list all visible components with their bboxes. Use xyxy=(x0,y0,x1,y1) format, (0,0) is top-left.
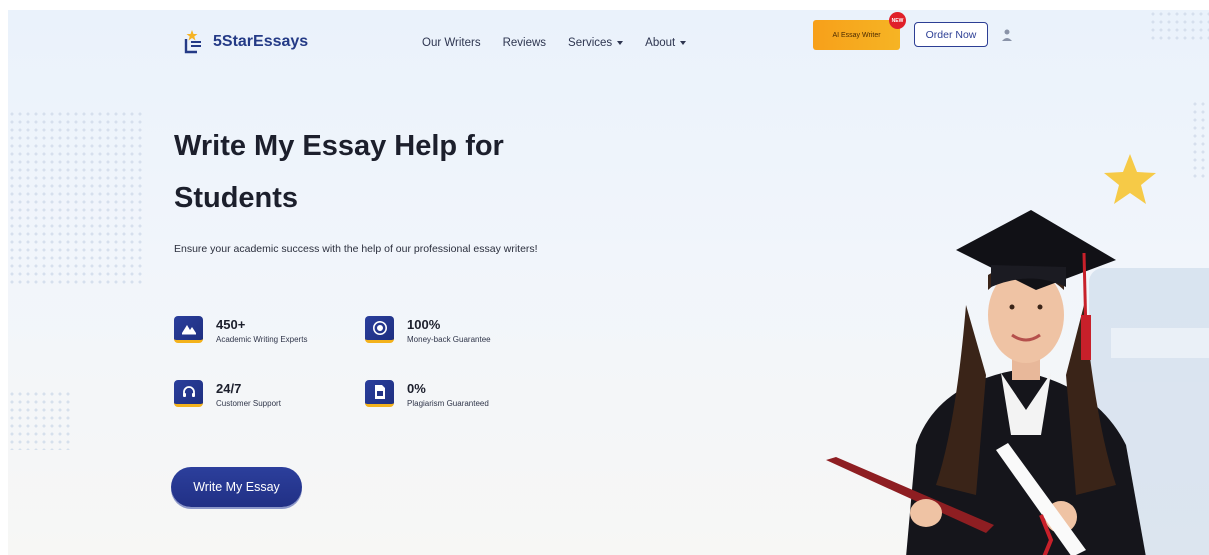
stat-writers: 450+ Academic Writing Experts xyxy=(174,316,307,344)
ai-essay-writer-button[interactable]: AI Essay Writer xyxy=(813,20,900,50)
graduate-student-image xyxy=(826,210,1146,555)
page-title: Write My Essay Help for Students xyxy=(174,120,594,224)
write-my-essay-button[interactable]: Write My Essay xyxy=(171,467,302,507)
money-back-icon xyxy=(365,316,394,343)
brand-logo[interactable]: 5StarEssays xyxy=(183,29,308,55)
stat-value: 100% xyxy=(407,317,441,332)
stat-label: Customer Support xyxy=(216,399,281,408)
stat-money-back: 100% Money-back Guarantee xyxy=(365,316,491,344)
stat-label: Money-back Guarantee xyxy=(407,335,491,344)
hero-subtitle: Ensure your academic success with the he… xyxy=(174,243,538,255)
decorative-dots xyxy=(8,390,73,450)
title-line: Write My Essay Help for xyxy=(174,130,504,162)
stat-plagiarism: 0% Plagiarism Guaranteed xyxy=(365,380,489,408)
document-icon xyxy=(365,380,394,407)
brand-name: 5StarEssays xyxy=(213,33,309,50)
stat-value: 24/7 xyxy=(216,381,242,396)
stat-label: Academic Writing Experts xyxy=(216,335,308,344)
hero-section: 5StarEssays Our Writers Reviews Services… xyxy=(8,10,1209,555)
decorative-dots xyxy=(1191,100,1209,180)
stat-label: Plagiarism Guaranteed xyxy=(407,399,489,408)
nav-label: Reviews xyxy=(502,37,547,49)
stat-support: 24/7 Customer Support xyxy=(174,380,281,408)
nav-item-about[interactable]: About xyxy=(645,37,687,49)
nav-label: Our Writers xyxy=(422,37,481,49)
nav-item-reviews[interactable]: Reviews xyxy=(503,37,546,49)
nav-label: Services xyxy=(568,37,613,49)
user-icon[interactable] xyxy=(1001,28,1013,42)
main-nav: Our Writers Reviews Services About xyxy=(422,37,687,49)
caret-down-icon xyxy=(617,40,624,45)
stat-value: 450+ xyxy=(216,317,246,332)
caret-down-icon xyxy=(680,40,687,45)
nav-item-services[interactable]: Services xyxy=(568,37,624,49)
title-line: Students xyxy=(174,182,299,214)
nav-label: About xyxy=(645,37,676,49)
new-badge: NEW xyxy=(889,12,906,29)
order-now-button[interactable]: Order Now xyxy=(914,22,988,47)
decorative-dots xyxy=(1149,10,1209,40)
logo-icon xyxy=(184,30,201,54)
decorative-dots xyxy=(8,110,143,285)
headset-icon xyxy=(174,380,203,407)
stat-value: 0% xyxy=(407,381,426,396)
nav-item-our-writers[interactable]: Our Writers xyxy=(422,37,481,49)
writer-icon xyxy=(174,316,203,343)
